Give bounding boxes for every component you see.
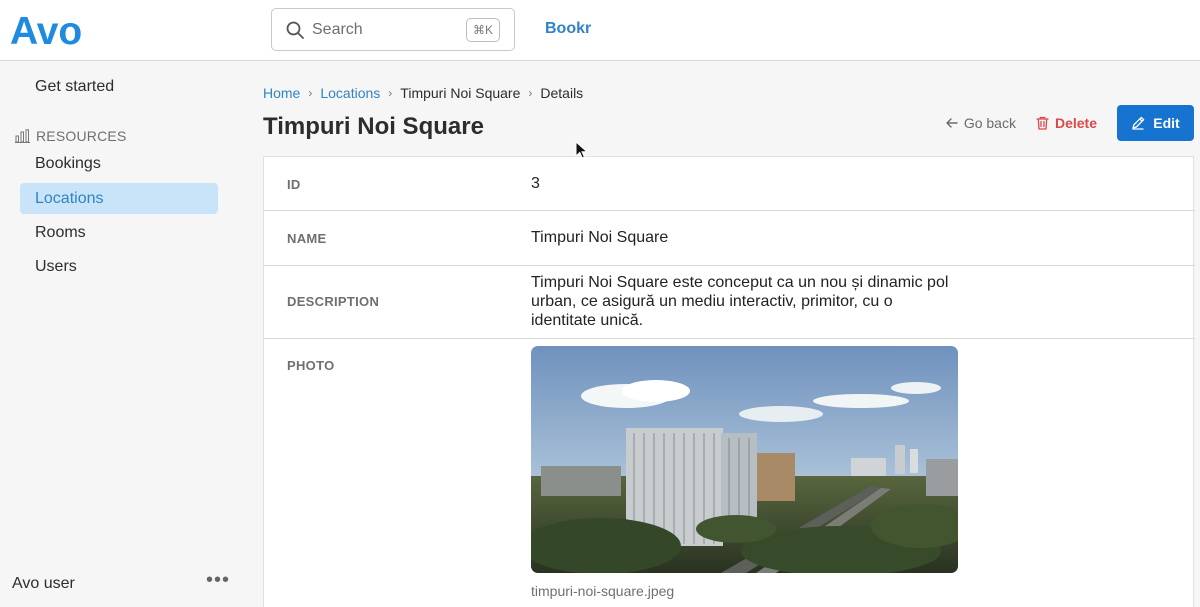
field-label-name: NAME (287, 231, 327, 246)
breadcrumb: Home › Locations › Timpuri Noi Square › … (263, 85, 583, 101)
sidebar-item-users[interactable]: Users (20, 251, 218, 282)
delete-button[interactable]: Delete (1036, 115, 1097, 131)
sidebar-section-title: RESOURCES (36, 128, 127, 144)
sidebar-item-rooms[interactable]: Rooms (20, 217, 218, 248)
field-row-description: DESCRIPTION Timpuri Noi Square este conc… (264, 266, 1195, 339)
svg-text:Avo: Avo (10, 10, 82, 51)
search-placeholder[interactable]: Search (312, 21, 363, 39)
sidebar-section-resources: RESOURCES (15, 128, 126, 144)
current-user-name[interactable]: Avo user (12, 575, 75, 593)
delete-label: Delete (1054, 115, 1097, 131)
breadcrumb-details: Details (540, 85, 584, 101)
field-value-id: 3 (531, 175, 540, 192)
sidebar: Get started RESOURCES Bookings Locations… (0, 61, 244, 607)
field-row-name: NAME Timpuri Noi Square (264, 211, 1195, 266)
photo-filename[interactable]: timpuri-noi-square.jpeg (531, 583, 674, 599)
bar-chart-icon (15, 129, 30, 143)
sidebar-item-locations[interactable]: Locations (20, 183, 218, 214)
breadcrumb-locations[interactable]: Locations (320, 85, 380, 101)
sidebar-get-started[interactable]: Get started (35, 78, 114, 96)
page-title: Timpuri Noi Square (263, 113, 484, 140)
mouse-cursor-icon (575, 141, 587, 159)
breadcrumb-separator: › (308, 86, 313, 100)
field-label-id: ID (287, 177, 301, 192)
location-photo[interactable] (531, 346, 958, 573)
city-photo-illustration (531, 346, 958, 573)
field-label-description: DESCRIPTION (287, 294, 380, 309)
avo-logo[interactable]: Avo (10, 9, 110, 51)
field-label-photo: PHOTO (287, 358, 335, 373)
breadcrumb-home[interactable]: Home (263, 85, 300, 101)
description-line: Timpuri Noi Square este conceput ca un n… (531, 274, 949, 291)
keyboard-shortcut-badge: ⌘K (465, 18, 500, 42)
go-back-button[interactable]: Go back (946, 115, 1016, 131)
field-row-id: ID 3 (264, 157, 1195, 211)
top-navigation-bar: Avo Search ⌘K Bookr (0, 0, 1200, 61)
description-line: identitate unică. (531, 312, 644, 329)
description-line: urban, ce asigură un mediu interactiv, p… (531, 293, 893, 310)
sidebar-item-bookings[interactable]: Bookings (20, 148, 218, 179)
pencil-icon (1132, 116, 1145, 130)
record-actions: Go back Delete Edit (946, 105, 1194, 141)
arrow-left-icon (946, 118, 958, 128)
edit-button[interactable]: Edit (1117, 105, 1194, 141)
breadcrumb-record: Timpuri Noi Square (400, 85, 521, 101)
search-icon (286, 21, 304, 39)
search-box[interactable]: Search ⌘K (271, 8, 515, 51)
user-menu-button[interactable]: ••• (206, 569, 230, 592)
breadcrumb-separator: › (528, 86, 533, 100)
field-value-name: Timpuri Noi Square (531, 229, 669, 246)
breadcrumb-separator: › (388, 86, 393, 100)
edit-label: Edit (1153, 115, 1180, 131)
trash-icon (1036, 116, 1049, 130)
field-value-description: Timpuri Noi Square este conceput ca un n… (531, 273, 948, 330)
go-back-label: Go back (963, 115, 1016, 131)
record-details-card: ID 3 NAME Timpuri Noi Square DESCRIPTION… (263, 156, 1195, 607)
app-name-link[interactable]: Bookr (545, 20, 591, 38)
